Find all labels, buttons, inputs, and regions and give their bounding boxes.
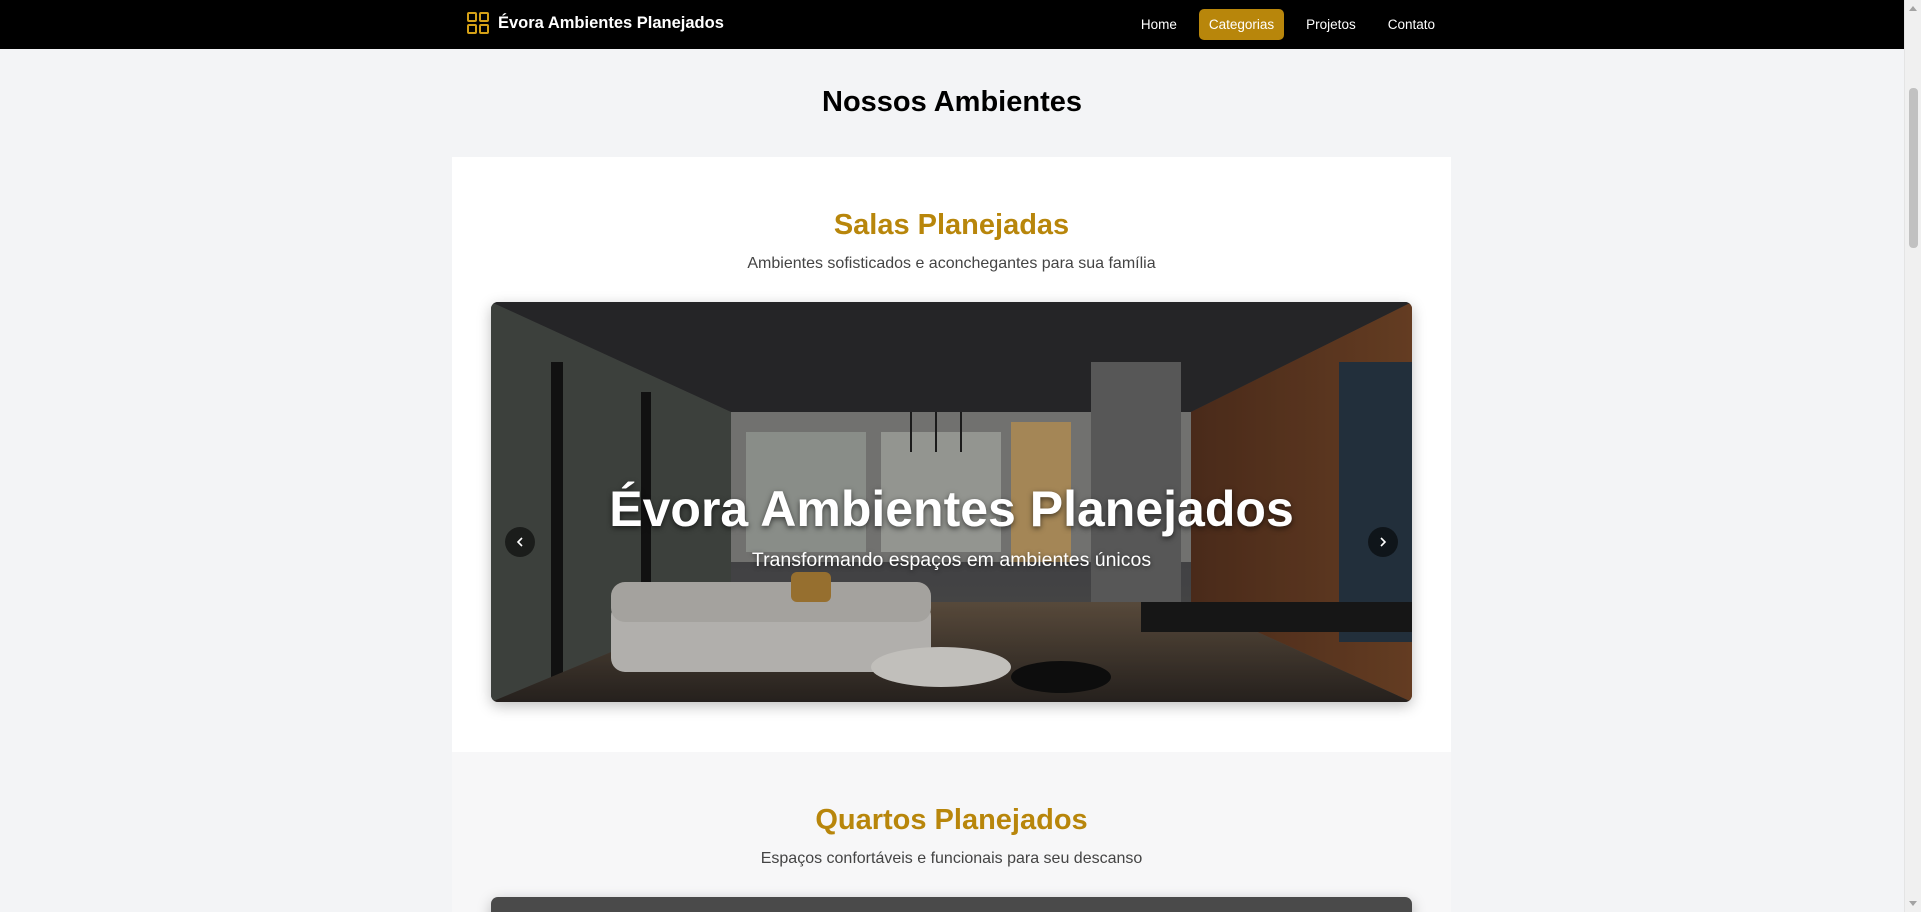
section-subtitle: Ambientes sofisticados e aconchegantes p… (747, 255, 1156, 272)
carousel-next-button[interactable] (1368, 527, 1398, 557)
carousel-caption-title: Évora Ambientes Planejados (609, 481, 1294, 537)
carousel-prev-button[interactable] (505, 527, 535, 557)
brand[interactable]: Évora Ambientes Planejados (466, 11, 724, 35)
scroll-down-icon[interactable] (1909, 901, 1917, 906)
brand-name: Évora Ambientes Planejados (498, 13, 724, 32)
nav-link-contato[interactable]: Contato (1378, 9, 1445, 40)
section-quartos: Quartos Planejados Espaços confortáveis … (452, 752, 1451, 912)
grid-icon (466, 11, 490, 35)
nav-link-home[interactable]: Home (1131, 9, 1187, 40)
section-subtitle: Espaços confortáveis e funcionais para s… (760, 850, 1143, 867)
nav-link-projetos[interactable]: Projetos (1296, 9, 1366, 40)
section-title: Salas Planejadas (833, 209, 1070, 241)
scroll-thumb[interactable] (1909, 88, 1918, 248)
page-scrollbar[interactable] (1904, 0, 1921, 912)
carousel-quartos[interactable] (491, 897, 1412, 912)
nav-links: Home Categorias Projetos Contato (1131, 9, 1445, 40)
scroll-up-icon[interactable] (1909, 6, 1917, 11)
section-salas: Salas Planejadas Ambientes sofisticados … (452, 157, 1451, 752)
carousel-salas[interactable]: Évora Ambientes Planejados Transformando… (491, 302, 1412, 702)
chevron-left-icon (514, 536, 526, 548)
navbar: Évora Ambientes Planejados Home Categori… (0, 0, 1904, 49)
page-title: Nossos Ambientes (822, 86, 1082, 118)
nav-link-categorias[interactable]: Categorias (1198, 9, 1285, 40)
section-title: Quartos Planejados (815, 804, 1088, 836)
carousel-caption-subtitle: Transformando espaços em ambientes único… (751, 549, 1152, 571)
chevron-right-icon (1377, 536, 1389, 548)
